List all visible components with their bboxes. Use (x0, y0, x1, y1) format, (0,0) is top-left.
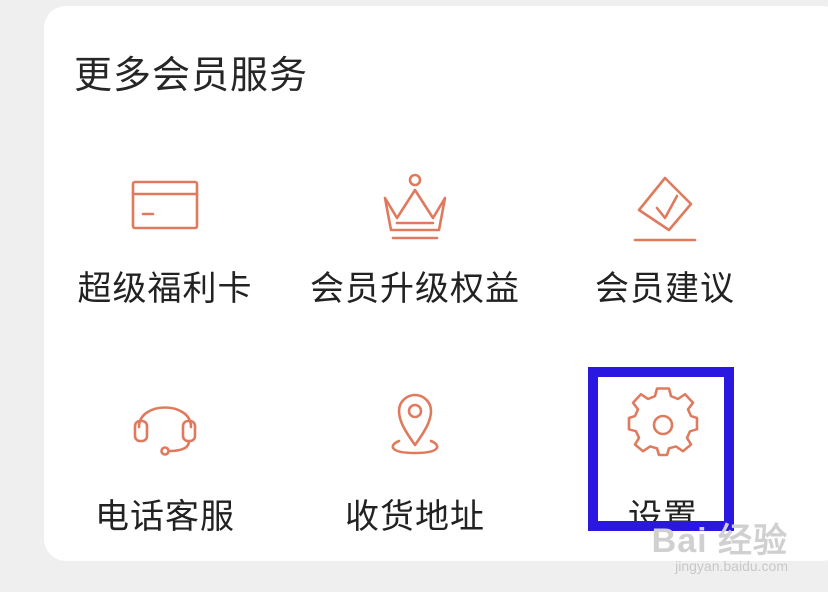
member-upgrade-benefits-item[interactable]: 会员升级权益 (305, 168, 525, 318)
super-welfare-card-item[interactable]: 超级福利卡 (55, 168, 275, 318)
shipping-address-item[interactable]: 收货地址 (305, 385, 525, 537)
phone-service-item[interactable]: 电话客服 (55, 385, 275, 537)
item-label: 收货地址 (345, 497, 485, 537)
item-label: 超级福利卡 (77, 269, 253, 309)
card-icon (125, 168, 205, 248)
member-suggestion-item[interactable]: 会员建议 (555, 168, 775, 318)
item-label: 会员升级权益 (310, 269, 520, 309)
item-label: 设置 (628, 497, 698, 537)
crown-icon (375, 168, 455, 248)
location-pin-icon (375, 385, 455, 465)
section-title: 更多会员服务 (74, 53, 309, 97)
item-label: 电话客服 (95, 497, 235, 537)
gear-icon (623, 385, 703, 465)
suggestion-icon (625, 168, 705, 248)
settings-item[interactable]: 设置 (553, 385, 773, 537)
headset-icon (125, 385, 205, 465)
item-label: 会员建议 (595, 269, 735, 309)
